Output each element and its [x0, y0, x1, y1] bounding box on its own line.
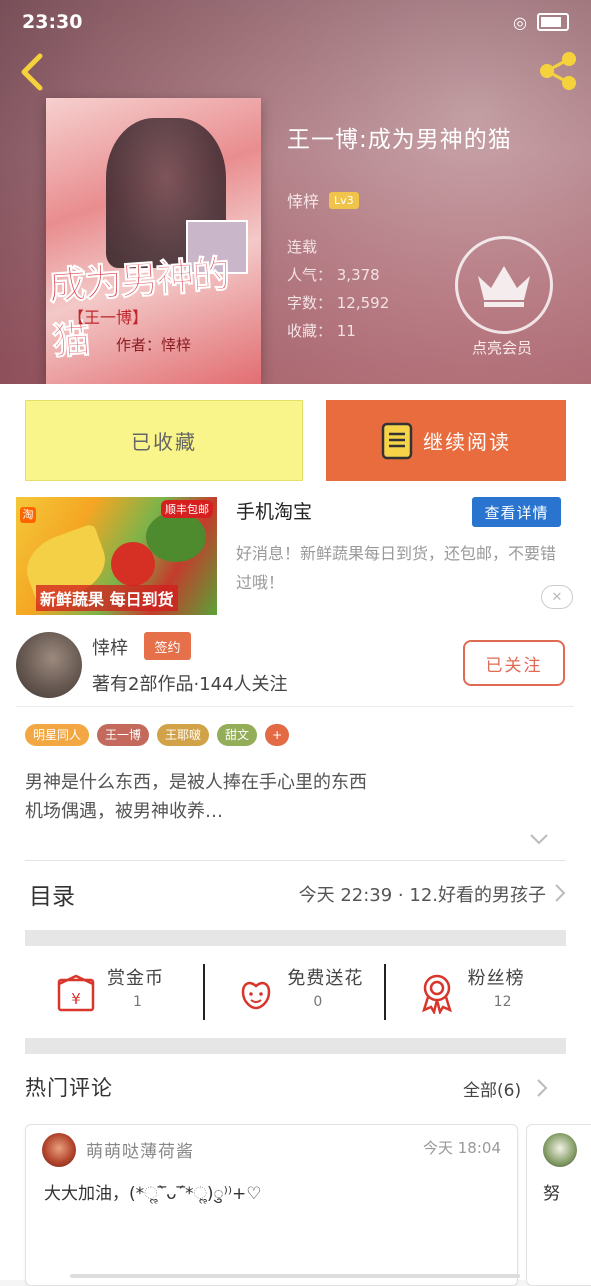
- favorite-button[interactable]: 已收藏: [25, 400, 303, 481]
- cover-subtitle: 【王一博】: [68, 308, 149, 327]
- section-separator: [25, 1038, 566, 1054]
- close-icon[interactable]: ✕: [541, 585, 573, 609]
- chevron-right-icon: [555, 884, 566, 902]
- table-of-contents-row[interactable]: 目录 今天 22:39 · 12.好看的男孩子: [25, 860, 566, 917]
- section-separator: [25, 930, 566, 946]
- book-icon: [381, 422, 413, 459]
- avatar[interactable]: [16, 632, 82, 698]
- avatar[interactable]: [543, 1133, 577, 1167]
- status-bar: 23:30 ◎: [0, 0, 591, 44]
- comment-user[interactable]: 萌萌哒薄荷酱: [86, 1137, 194, 1162]
- cover-author: 作者：悻梓: [116, 336, 192, 354]
- ad-name: 手机淘宝: [236, 501, 313, 523]
- action-label: 粉丝榜: [467, 968, 525, 989]
- status-icons: ◎: [513, 13, 569, 32]
- reward-coins-button[interactable]: ¥ 赏金币 1: [25, 946, 205, 1038]
- signed-badge: 签约: [144, 632, 191, 660]
- level-badge: Lv3: [329, 191, 359, 209]
- hot-comments-title: 热门评论: [25, 1076, 113, 1100]
- divider: [16, 706, 574, 707]
- author-meta: 著有2部作品·144人关注: [92, 674, 288, 695]
- divider: [384, 964, 386, 1020]
- author-row: 悻梓 Lv3: [287, 188, 512, 212]
- comment-text: 努: [543, 1184, 560, 1204]
- divider: [203, 964, 205, 1020]
- share-icon[interactable]: [535, 48, 581, 94]
- chevron-right-icon[interactable]: [536, 1078, 548, 1098]
- battery-icon: [537, 13, 569, 31]
- follow-button[interactable]: 已关注: [463, 640, 565, 686]
- tag[interactable]: 王耶啵: [157, 724, 210, 746]
- all-comments-link[interactable]: 全部(6): [463, 1076, 521, 1101]
- crown-icon: [478, 266, 530, 307]
- book-cover[interactable]: 成为男神的猫 【王一博】 作者：悻梓: [46, 98, 261, 384]
- action-row: ¥ 赏金币 1 免费送花 0 粉丝榜 12: [25, 946, 566, 1038]
- ad-image[interactable]: 淘 顺丰包邮 新鲜蔬果 每日到货: [16, 497, 217, 615]
- action-label: 赏金币: [107, 968, 164, 989]
- ad-image-tag: 顺丰包邮: [161, 500, 213, 518]
- vip-button[interactable]: [455, 236, 553, 334]
- continue-reading-label: 继续阅读: [423, 430, 511, 454]
- flower-icon: [242, 981, 271, 1010]
- ad-image-caption: 新鲜蔬果 每日到货: [36, 585, 178, 611]
- chevron-down-icon[interactable]: [529, 832, 549, 846]
- continue-reading-button[interactable]: 继续阅读: [326, 400, 566, 481]
- latest-chapter: 今天 22:39 · 12.好看的男孩子: [298, 885, 546, 906]
- add-tag-button[interactable]: +: [265, 724, 290, 746]
- action-value: 0: [313, 994, 323, 1010]
- back-arrow-icon[interactable]: [16, 52, 48, 92]
- tag[interactable]: 明星同人: [25, 724, 90, 746]
- description-line: 男神是什么东西，是被人捧在手心里的东西: [25, 772, 367, 793]
- comment-card[interactable]: 萌萌哒薄荷酱 今天 18:04 大大加油，(*ૢ‾̀ᴗ‾́*ૢ)ु⁾⁾+♡: [25, 1124, 518, 1286]
- action-label: 免费送花: [287, 968, 364, 989]
- horizontal-scrollbar[interactable]: [70, 1274, 520, 1278]
- comment-text: 大大加油，(*ૢ‾̀ᴗ‾́*ૢ)ु⁾⁾+♡: [44, 1184, 262, 1204]
- action-value: 12: [493, 994, 512, 1010]
- ad-detail-button[interactable]: 查看详情: [472, 497, 561, 527]
- description-line: 机场偶遇，被男神收养…: [25, 801, 223, 822]
- tag[interactable]: 王一博: [97, 724, 150, 746]
- fan-ranking-button[interactable]: 粉丝榜 12: [386, 946, 566, 1038]
- tag-list: 明星同人 王一博 王耶啵 甜文 +: [25, 724, 290, 746]
- author-name[interactable]: 悻梓: [287, 188, 319, 212]
- vip-label[interactable]: 点亮会员: [452, 337, 552, 358]
- book-header: 23:30 ◎ 成为男神的猫 【王一博】 作者：悻梓 王一博:成为男神的猫 悻梓…: [0, 0, 591, 384]
- send-flower-button[interactable]: 免费送花 0: [205, 946, 385, 1038]
- book-title: 王一博:成为男神的猫: [287, 127, 512, 153]
- tag[interactable]: 甜文: [217, 724, 258, 746]
- svg-text:¥: ¥: [71, 990, 81, 1008]
- medal-icon: [421, 974, 452, 1014]
- author-profile[interactable]: 悻梓 签约 著有2部作品·144人关注 已关注: [16, 632, 576, 702]
- comment-time: 今天 18:04: [423, 1139, 501, 1157]
- ad-banner[interactable]: 淘 顺丰包邮 新鲜蔬果 每日到货 手机淘宝 查看详情 好消息！新鲜蔬果每日到货，…: [16, 497, 576, 615]
- avatar[interactable]: [42, 1133, 76, 1167]
- location-icon: ◎: [513, 12, 527, 32]
- status-time: 23:30: [22, 11, 83, 33]
- ad-description: 好消息！新鲜蔬果每日到货，还包邮，不要错过哦！: [236, 544, 557, 592]
- author-profile-name[interactable]: 悻梓: [92, 634, 128, 660]
- taobao-logo-icon: 淘: [20, 507, 36, 523]
- toc-label: 目录: [29, 884, 75, 910]
- book-description[interactable]: 男神是什么东西，是被人捧在手心里的东西 机场偶遇，被男神收养…: [25, 768, 545, 826]
- action-value: 1: [133, 994, 142, 1010]
- red-envelope-icon: ¥: [57, 974, 95, 1012]
- content-area: 已收藏 继续阅读 淘 顺丰包邮 新鲜蔬果 每日到货 手机淘宝 查看详情 好消息！…: [0, 384, 591, 1286]
- comment-card[interactable]: 努: [526, 1124, 591, 1286]
